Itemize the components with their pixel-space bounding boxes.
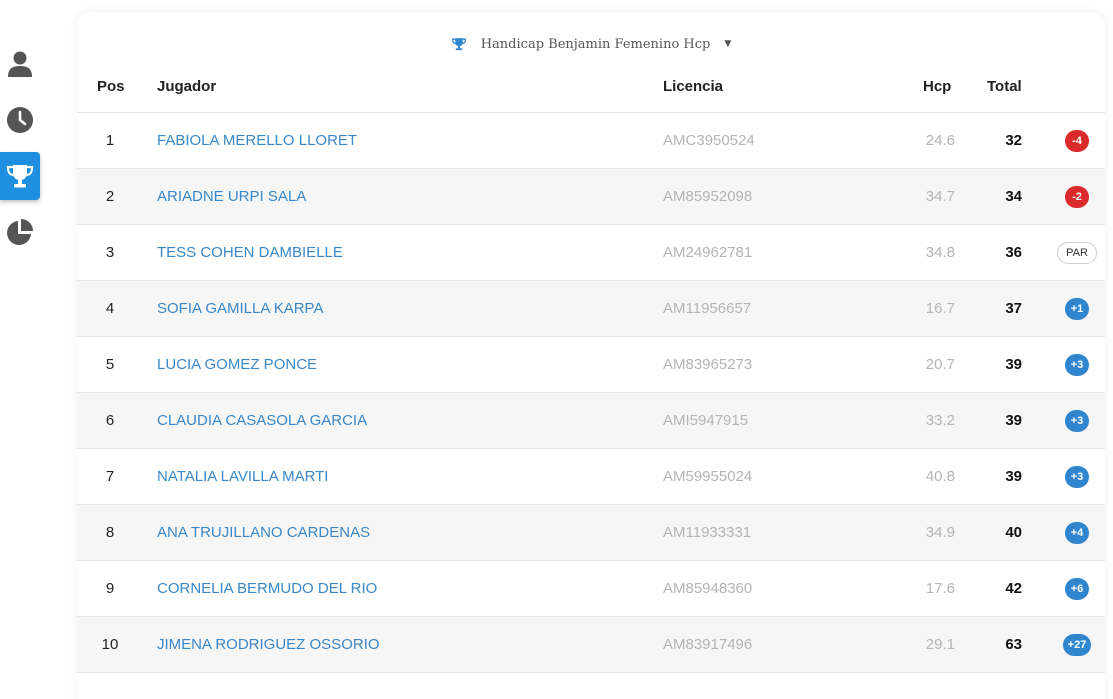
table-row: 1 FABIOLA MERELLO LLORET AMC3950524 24.6… bbox=[77, 113, 1105, 169]
table-row: 7 NATALIA LAVILLA MARTI AM59955024 40.8 … bbox=[77, 449, 1105, 505]
nav-item-stats[interactable] bbox=[0, 208, 40, 256]
license-number: AMC3950524 bbox=[663, 132, 755, 149]
row-position: 10 bbox=[101, 636, 119, 653]
table-row: 2 ARIADNE URPI SALA AM85952098 34.7 34 -… bbox=[77, 169, 1105, 225]
table-row: 4 SOFIA GAMILLA KARPA AM11956657 16.7 37… bbox=[77, 281, 1105, 337]
row-position: 6 bbox=[105, 412, 115, 429]
total-score: 39 bbox=[1005, 356, 1022, 373]
row-position: 8 bbox=[105, 524, 115, 541]
total-score: 39 bbox=[1005, 468, 1022, 485]
leaderboard-card: Handicap Benjamin Femenino Hcp ▼ Pos Jug… bbox=[77, 12, 1105, 699]
column-header-hcp: Hcp bbox=[923, 78, 952, 95]
table-row: 6 CLAUDIA CASASOLA GARCIA AMI5947915 33.… bbox=[77, 393, 1105, 449]
score-diff-badge: -2 bbox=[1065, 185, 1089, 208]
table-row: 3 TESS COHEN DAMBIELLE AM24962781 34.8 3… bbox=[77, 225, 1105, 281]
nav-item-profile[interactable] bbox=[0, 40, 40, 88]
column-header-total: Total bbox=[987, 78, 1022, 95]
row-position: 9 bbox=[105, 580, 115, 597]
player-name-link[interactable]: ANA TRUJILLANO CARDENAS bbox=[157, 505, 370, 560]
handicap-value: 29.1 bbox=[925, 636, 955, 653]
user-icon bbox=[8, 51, 32, 77]
total-score: 40 bbox=[1005, 524, 1022, 541]
column-header-license: Licencia bbox=[663, 78, 724, 95]
license-number: AM83917496 bbox=[663, 636, 753, 653]
app-page: Handicap Benjamin Femenino Hcp ▼ Pos Jug… bbox=[0, 0, 1113, 699]
license-number: AM85952098 bbox=[663, 188, 753, 205]
license-number: AM85948360 bbox=[663, 580, 753, 597]
score-diff-badge: -4 bbox=[1065, 129, 1089, 152]
row-position: 3 bbox=[105, 244, 115, 261]
column-header-pos: Pos bbox=[97, 78, 125, 95]
license-number: AMI5947915 bbox=[663, 412, 749, 429]
score-diff-badge: +1 bbox=[1065, 297, 1089, 320]
total-score: 39 bbox=[1005, 412, 1022, 429]
row-position: 1 bbox=[105, 132, 115, 149]
score-diff-badge: +27 bbox=[1062, 633, 1092, 656]
handicap-value: 40.8 bbox=[925, 468, 955, 485]
row-position: 5 bbox=[105, 356, 115, 373]
leaderboard-table: Pos Jugador Licencia Hcp Total 1 FABIOLA… bbox=[77, 68, 1105, 673]
column-header-player: Jugador bbox=[157, 78, 217, 95]
license-number: AM11956657 bbox=[663, 300, 752, 317]
handicap-value: 33.2 bbox=[925, 412, 955, 429]
total-score: 34 bbox=[1005, 188, 1022, 205]
nav-item-history[interactable] bbox=[0, 96, 40, 144]
score-diff-badge: +6 bbox=[1065, 577, 1089, 600]
handicap-value: 34.9 bbox=[925, 524, 955, 541]
player-name-link[interactable]: LUCIA GOMEZ PONCE bbox=[157, 337, 317, 392]
player-name-link[interactable]: SOFIA GAMILLA KARPA bbox=[157, 281, 323, 336]
total-score: 37 bbox=[1005, 300, 1022, 317]
category-title: Handicap Benjamin Femenino Hcp bbox=[480, 36, 711, 52]
player-name-link[interactable]: CLAUDIA CASASOLA GARCIA bbox=[157, 393, 367, 448]
total-score: 32 bbox=[1005, 132, 1022, 149]
handicap-value: 20.7 bbox=[925, 356, 955, 373]
table-row: 10 JIMENA RODRIGUEZ OSSORIO AM83917496 2… bbox=[77, 617, 1105, 673]
license-number: AM83965273 bbox=[663, 356, 753, 373]
license-number: AM11933331 bbox=[663, 524, 752, 541]
handicap-value: 17.6 bbox=[925, 580, 955, 597]
trophy-icon bbox=[6, 165, 34, 188]
clock-icon bbox=[7, 107, 33, 133]
trophy-icon bbox=[451, 38, 466, 51]
score-diff-badge: +4 bbox=[1065, 521, 1089, 544]
handicap-value: 16.7 bbox=[925, 300, 955, 317]
player-name-link[interactable]: ARIADNE URPI SALA bbox=[157, 169, 306, 224]
caret-down-icon: ▼ bbox=[724, 39, 732, 49]
handicap-value: 34.7 bbox=[925, 188, 955, 205]
player-name-link[interactable]: CORNELIA BERMUDO DEL RIO bbox=[157, 561, 377, 616]
pie-chart-icon bbox=[7, 219, 33, 245]
license-number: AM24962781 bbox=[663, 244, 753, 261]
player-name-link[interactable]: NATALIA LAVILLA MARTI bbox=[157, 449, 328, 504]
total-score: 36 bbox=[1005, 244, 1022, 261]
score-diff-badge: +3 bbox=[1065, 353, 1089, 376]
table-header: Pos Jugador Licencia Hcp Total bbox=[77, 68, 1105, 113]
player-name-link[interactable]: TESS COHEN DAMBIELLE bbox=[157, 225, 343, 280]
table-row: 8 ANA TRUJILLANO CARDENAS AM11933331 34.… bbox=[77, 505, 1105, 561]
player-name-link[interactable]: JIMENA RODRIGUEZ OSSORIO bbox=[157, 617, 380, 672]
category-selector[interactable]: Handicap Benjamin Femenino Hcp ▼ bbox=[77, 32, 1105, 56]
player-name-link[interactable]: FABIOLA MERELLO LLORET bbox=[157, 113, 357, 168]
row-position: 2 bbox=[105, 188, 115, 205]
score-diff-badge: +3 bbox=[1065, 465, 1089, 488]
score-diff-badge: PAR bbox=[1057, 241, 1097, 264]
total-score: 42 bbox=[1005, 580, 1022, 597]
row-position: 7 bbox=[105, 468, 115, 485]
score-diff-badge: +3 bbox=[1065, 409, 1089, 432]
total-score: 63 bbox=[1005, 636, 1022, 653]
license-number: AM59955024 bbox=[663, 468, 753, 485]
table-row: 9 CORNELIA BERMUDO DEL RIO AM85948360 17… bbox=[77, 561, 1105, 617]
nav-item-rankings[interactable] bbox=[0, 152, 40, 200]
row-position: 4 bbox=[105, 300, 115, 317]
handicap-value: 34.8 bbox=[925, 244, 955, 261]
handicap-value: 24.6 bbox=[925, 132, 955, 149]
table-row: 5 LUCIA GOMEZ PONCE AM83965273 20.7 39 +… bbox=[77, 337, 1105, 393]
